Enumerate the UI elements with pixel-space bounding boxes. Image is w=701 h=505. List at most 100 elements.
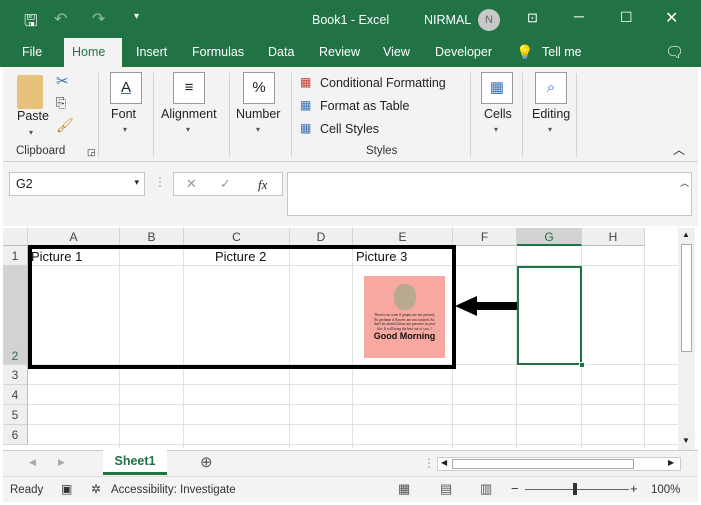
number-button[interactable]: Number: [236, 107, 280, 121]
tab-file[interactable]: File: [14, 38, 50, 67]
redo-icon[interactable]: ↷: [92, 9, 105, 29]
column-header-c[interactable]: C: [184, 228, 290, 246]
column-header-a[interactable]: A: [28, 228, 120, 246]
arrow-left-icon: [455, 296, 517, 316]
alignment-icon[interactable]: ≡: [173, 72, 205, 104]
expand-formula-bar-icon[interactable]: ︿: [680, 176, 689, 189]
sheet-tab-sheet1[interactable]: Sheet1: [103, 450, 167, 475]
vertical-scroll-thumb[interactable]: [681, 244, 692, 352]
worksheet-grid[interactable]: ABCDEFGH 123456 Picture 1 Picture 2 Pict…: [3, 228, 678, 448]
paste-button[interactable]: Paste: [17, 109, 49, 123]
ribbon-tabs: File Home Insert Formulas Data Review Vi…: [0, 38, 701, 67]
horizontal-scroll-thumb[interactable]: [452, 459, 634, 469]
formula-bar: G2 ▾ ⋮ ✕ ✓ fx ︿: [3, 162, 698, 226]
picture-quote: There is no wine if grapes are not press…: [373, 313, 436, 331]
column-header-e[interactable]: E: [353, 228, 453, 246]
name-box[interactable]: G2 ▾: [9, 172, 145, 196]
dialog-launcher-icon[interactable]: ◲: [87, 147, 96, 158]
split-grip-icon[interactable]: ⋮: [423, 456, 435, 470]
font-button[interactable]: Font: [111, 107, 136, 121]
formula-buttons: ✕ ✓ fx: [173, 172, 283, 196]
cancel-icon[interactable]: ✕: [186, 176, 197, 192]
cells-icon[interactable]: ▦: [481, 72, 513, 104]
ribbon: Paste ▾ ✂ ⎘ 🖌 Clipboard ◲ A Font ▾ ≡ Ali…: [3, 67, 698, 162]
copy-icon[interactable]: ⎘: [56, 95, 66, 111]
formula-input[interactable]: [287, 172, 692, 216]
number-icon[interactable]: %: [243, 72, 275, 104]
editing-button[interactable]: Editing: [532, 107, 570, 121]
minimize-icon[interactable]: ─: [574, 8, 584, 24]
accessibility-status[interactable]: Accessibility: Investigate: [111, 484, 236, 496]
insert-function-button[interactable]: fx: [258, 177, 267, 193]
zoom-in-icon[interactable]: +: [630, 481, 638, 496]
row-header-2[interactable]: 2: [3, 266, 28, 365]
row-header-5[interactable]: 5: [3, 405, 28, 425]
avatar[interactable]: N: [478, 9, 500, 31]
vertical-scrollbar[interactable]: ▲ ▼: [678, 228, 695, 450]
zoom-slider-thumb[interactable]: [573, 483, 577, 495]
new-sheet-icon[interactable]: ⊕: [200, 453, 213, 471]
maximize-icon[interactable]: ☐: [620, 9, 633, 26]
font-icon[interactable]: A: [110, 72, 142, 104]
column-header-g[interactable]: G: [517, 228, 582, 246]
picture-good-morning[interactable]: There is no wine if grapes are not press…: [364, 276, 445, 358]
alignment-button[interactable]: Alignment: [161, 107, 217, 121]
zoom-slider[interactable]: [525, 489, 629, 490]
user-name: NIRMAL: [424, 13, 472, 27]
close-icon[interactable]: ✕: [665, 8, 678, 28]
selected-cell-g2[interactable]: [517, 266, 582, 365]
prev-sheet-icon[interactable]: ◀: [29, 457, 36, 468]
column-header-d[interactable]: D: [290, 228, 353, 246]
paste-icon[interactable]: [17, 75, 43, 109]
macro-record-icon[interactable]: ▣: [61, 482, 72, 496]
grid-line: [28, 444, 678, 445]
zoom-out-icon[interactable]: −: [511, 481, 519, 496]
save-icon[interactable]: 🖫: [24, 10, 38, 37]
cell-styles-button[interactable]: Cell Styles: [320, 122, 379, 136]
tab-developer[interactable]: Developer: [427, 38, 500, 67]
grid-line: [28, 404, 678, 405]
name-box-value: G2: [16, 177, 33, 191]
normal-view-icon[interactable]: ▦: [398, 481, 410, 497]
column-header-h[interactable]: H: [582, 228, 645, 246]
column-header-f[interactable]: F: [453, 228, 517, 246]
cut-icon[interactable]: ✂: [56, 72, 69, 90]
tell-me[interactable]: Tell me: [534, 38, 590, 67]
column-header-b[interactable]: B: [120, 228, 184, 246]
accessibility-icon[interactable]: ✲: [91, 482, 101, 496]
tab-view[interactable]: View: [375, 38, 418, 67]
row-header-6[interactable]: 6: [3, 425, 28, 445]
tab-review[interactable]: Review: [311, 38, 368, 67]
zoom-level[interactable]: 100%: [651, 484, 680, 496]
window-title: Book1 - Excel: [312, 13, 390, 27]
page-layout-icon[interactable]: ▤: [440, 481, 452, 497]
page-break-icon[interactable]: ▥: [480, 481, 492, 497]
enter-icon[interactable]: ✓: [220, 176, 231, 192]
status-bar: Ready ▣ ✲ Accessibility: Investigate ▦ ▤…: [3, 476, 698, 502]
search-icon[interactable]: ⌕: [535, 72, 567, 104]
styles-label: Styles: [366, 145, 398, 157]
collapse-ribbon-icon[interactable]: ︿: [673, 141, 685, 158]
portrait-image: [393, 284, 416, 310]
row-header-3[interactable]: 3: [3, 365, 28, 385]
tab-formulas[interactable]: Formulas: [184, 38, 252, 67]
title-bar: 🖫 ↶ ↷ ▾ Book1 - Excel NIRMAL N ⊡ ─ ☐ ✕: [0, 0, 701, 38]
comments-icon[interactable]: 🗨: [665, 43, 684, 61]
format-painter-icon[interactable]: 🖌: [56, 117, 74, 134]
row-header-1[interactable]: 1: [3, 246, 28, 266]
customize-qat-icon[interactable]: ▾: [134, 11, 139, 22]
tab-insert[interactable]: Insert: [128, 38, 175, 67]
cells-button[interactable]: Cells: [484, 107, 512, 121]
fill-handle[interactable]: [579, 362, 585, 368]
tab-home[interactable]: Home: [64, 38, 122, 67]
select-all[interactable]: [3, 228, 28, 246]
horizontal-scrollbar[interactable]: ◀ ▶: [437, 457, 681, 471]
cell-styles-icon: ▦: [300, 121, 312, 135]
format-as-table-button[interactable]: Format as Table: [320, 99, 409, 113]
row-header-4[interactable]: 4: [3, 385, 28, 405]
ribbon-display-icon[interactable]: ⊡: [527, 10, 538, 26]
next-sheet-icon[interactable]: ▶: [58, 457, 65, 468]
conditional-formatting-button[interactable]: Conditional Formatting: [320, 76, 446, 90]
tab-data[interactable]: Data: [260, 38, 302, 67]
undo-icon[interactable]: ↶: [54, 9, 67, 29]
